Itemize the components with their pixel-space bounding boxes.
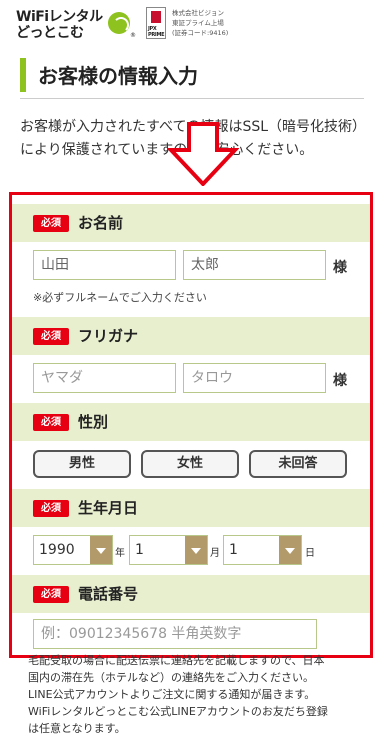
company-name: 株式会社ビジョン [172, 9, 224, 17]
title-divider [20, 98, 364, 99]
company-code: (証券コード:9416) [172, 29, 229, 37]
gender-no-answer-button[interactable]: 未回答 [249, 450, 347, 478]
line-notice-line1: LINE公式アカウントよりご注文に関する通知が届きます。 [28, 688, 316, 701]
name-note: ※必ずフルネームでご入力ください [33, 291, 207, 304]
required-badge: 必須 [33, 414, 69, 431]
birth-month-value: 1 [135, 542, 144, 558]
delivery-note-line2: 国内の滞在先（ホテルなど）の連絡先をご入力ください。 [28, 671, 314, 684]
jpx-prime-badge: JPX PRIME [146, 7, 166, 39]
gender-female-button[interactable]: 女性 [141, 450, 239, 478]
site-logo[interactable]: WiFiレンタル どっとこむ ® [14, 6, 138, 42]
name-label-row: 必須 お名前 [12, 204, 370, 242]
phone-label-row: 必須 電話番号 [12, 575, 370, 613]
line-notice-line2: WiFiレンタルどっとこむ公式LINEアカウントのお友だち登録 [28, 705, 328, 718]
required-badge: 必須 [33, 215, 69, 232]
page-title: お客様の情報入力 [38, 64, 198, 88]
required-badge: 必須 [33, 586, 69, 603]
required-badge: 必須 [33, 328, 69, 345]
customer-info-form: 必須 お名前 山田 太郎 様 ※必ずフルネームでご入力ください 必須 フリガナ … [9, 192, 373, 658]
day-unit: 日 [305, 548, 315, 559]
chevron-down-icon [90, 536, 112, 564]
kana-honorific: 様 [333, 373, 347, 389]
chevron-down-icon [279, 536, 301, 564]
required-badge: 必須 [33, 500, 69, 517]
wifi-logo-icon [108, 12, 130, 34]
registered-mark: ® [130, 32, 136, 39]
site-header: WiFiレンタル どっとこむ ® JPX PRIME 株式会社ビジョン 東証プラ… [0, 0, 384, 46]
logo-text-line2: どっとこむ [16, 25, 84, 41]
birth-day-value: 1 [229, 542, 238, 558]
year-unit: 年 [115, 548, 125, 559]
phone-input[interactable]: 例：09012345678 半角英数字 [33, 619, 317, 649]
title-accent-bar [20, 58, 26, 92]
name-label: お名前 [78, 214, 124, 232]
gender-label-row: 必須 性別 [12, 403, 370, 441]
delivery-note-line1: 毛配受取の場合に配送伝票に連絡先を記載しますので、日本 [28, 654, 325, 667]
phone-label: 電話番号 [78, 585, 139, 603]
down-arrow-icon [167, 122, 239, 186]
last-name-input[interactable]: 山田 [33, 250, 176, 280]
birth-year-value: 1990 [39, 542, 75, 558]
month-unit: 月 [210, 548, 220, 559]
chevron-down-icon [185, 536, 207, 564]
line-notice-line3: は任意となります。 [28, 722, 126, 735]
gender-male-button[interactable]: 男性 [33, 450, 131, 478]
birthday-label-row: 必須 生年月日 [12, 489, 370, 527]
company-listing: 東証プライム上場 [172, 19, 224, 27]
first-name-kana-input[interactable]: タロウ [183, 363, 326, 393]
jpx-badge-text: JPX PRIME [148, 26, 165, 38]
birthday-label: 生年月日 [78, 499, 139, 517]
gender-label: 性別 [78, 413, 109, 431]
birth-year-select[interactable]: 1990 [33, 535, 113, 565]
birth-month-select[interactable]: 1 [129, 535, 208, 565]
birth-day-select[interactable]: 1 [223, 535, 302, 565]
last-name-kana-input[interactable]: ヤマダ [33, 363, 176, 393]
company-info: 株式会社ビジョン 東証プライム上場 (証券コード:9416) [172, 8, 228, 38]
jpx-logo-icon [151, 11, 161, 23]
name-honorific: 様 [333, 260, 347, 276]
first-name-input[interactable]: 太郎 [183, 250, 326, 280]
kana-label: フリガナ [78, 327, 139, 345]
kana-label-row: 必須 フリガナ [12, 317, 370, 355]
